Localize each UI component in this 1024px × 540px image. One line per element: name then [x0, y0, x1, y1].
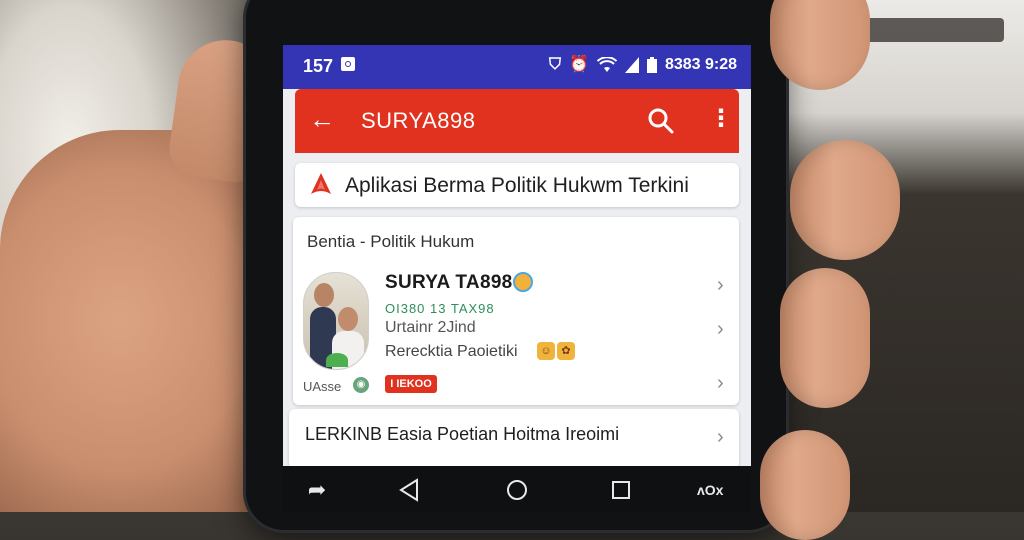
banner-text: Aplikasi Berma Politik Hukwm Terkini — [345, 174, 689, 197]
home-circle-icon[interactable] — [503, 476, 531, 504]
app-logo-icon — [311, 173, 331, 194]
chevron-right-icon[interactable]: › — [717, 427, 724, 447]
status-right-text: 8383 9:28 — [664, 56, 737, 73]
shield-icon: ⛉ — [549, 56, 562, 73]
chevron-right-icon[interactable]: › — [717, 319, 724, 339]
nav-bar: ➦ ʌΟx — [283, 466, 751, 512]
more-vert-icon[interactable]: ⋮ — [709, 107, 733, 131]
screenshot-icon — [341, 57, 355, 71]
emoji-icon: ☺ — [537, 342, 555, 360]
recents-square-icon[interactable] — [607, 476, 635, 504]
search-icon[interactable] — [647, 107, 675, 135]
nav-extra-label[interactable]: ʌΟx — [697, 482, 723, 498]
card2-title: LERKINB Easia Poetian Hoitma Ireoimi — [305, 424, 620, 444]
item-tag[interactable]: I IEKOO — [385, 375, 437, 393]
item-meta: UAsse — [303, 379, 342, 394]
item-title[interactable]: SURYA TA898 — [385, 272, 513, 294]
item-line-1: Urtainr 2Jind — [385, 319, 476, 336]
finger-ring — [780, 268, 870, 408]
wifi-icon — [596, 57, 617, 72]
news-card: Bentia - Politik Hukum SURYA TA898 OI380… — [293, 217, 739, 405]
app-title: SURYA898 — [361, 108, 476, 133]
status-time: 157 — [303, 56, 334, 76]
item-subtitle: OI380 13 TAX98 — [385, 301, 495, 316]
meta-icon: ◉ — [353, 377, 369, 393]
finger-little — [760, 430, 850, 540]
chevron-right-icon[interactable]: › — [717, 373, 724, 393]
chevron-right-icon[interactable]: › — [717, 275, 724, 295]
status-icons: ⛉ ⏰ 8383 9:28 — [549, 56, 737, 74]
signal-icon — [624, 57, 639, 73]
avatar[interactable] — [303, 272, 369, 370]
back-arrow-icon[interactable]: ← — [309, 105, 335, 133]
back-triangle-icon[interactable] — [395, 476, 423, 504]
card-header: Bentia - Politik Hukum — [307, 232, 475, 251]
phone-screen: 157 ⛉ ⏰ 8383 9:28 ← SURYA898 ⋮ Aplikasi … — [283, 45, 751, 466]
news-card-2[interactable]: LERKINB Easia Poetian Hoitma Ireoimi › — [289, 409, 739, 466]
app-banner[interactable]: Aplikasi Berma Politik Hukwm Terkini — [295, 163, 739, 207]
share-icon[interactable]: ➦ — [303, 476, 331, 504]
verified-badge-icon — [513, 272, 533, 292]
status-bar: 157 ⛉ ⏰ 8383 9:28 — [283, 45, 751, 89]
battery-icon — [646, 57, 657, 73]
item-line-2: Rerecktia Paoietiki — [385, 343, 518, 360]
emoji-icon: ✿ — [557, 342, 575, 360]
finger-middle — [790, 140, 900, 260]
app-bar: ← SURYA898 ⋮ — [295, 89, 739, 153]
alarm-icon: ⏰ — [569, 56, 589, 73]
